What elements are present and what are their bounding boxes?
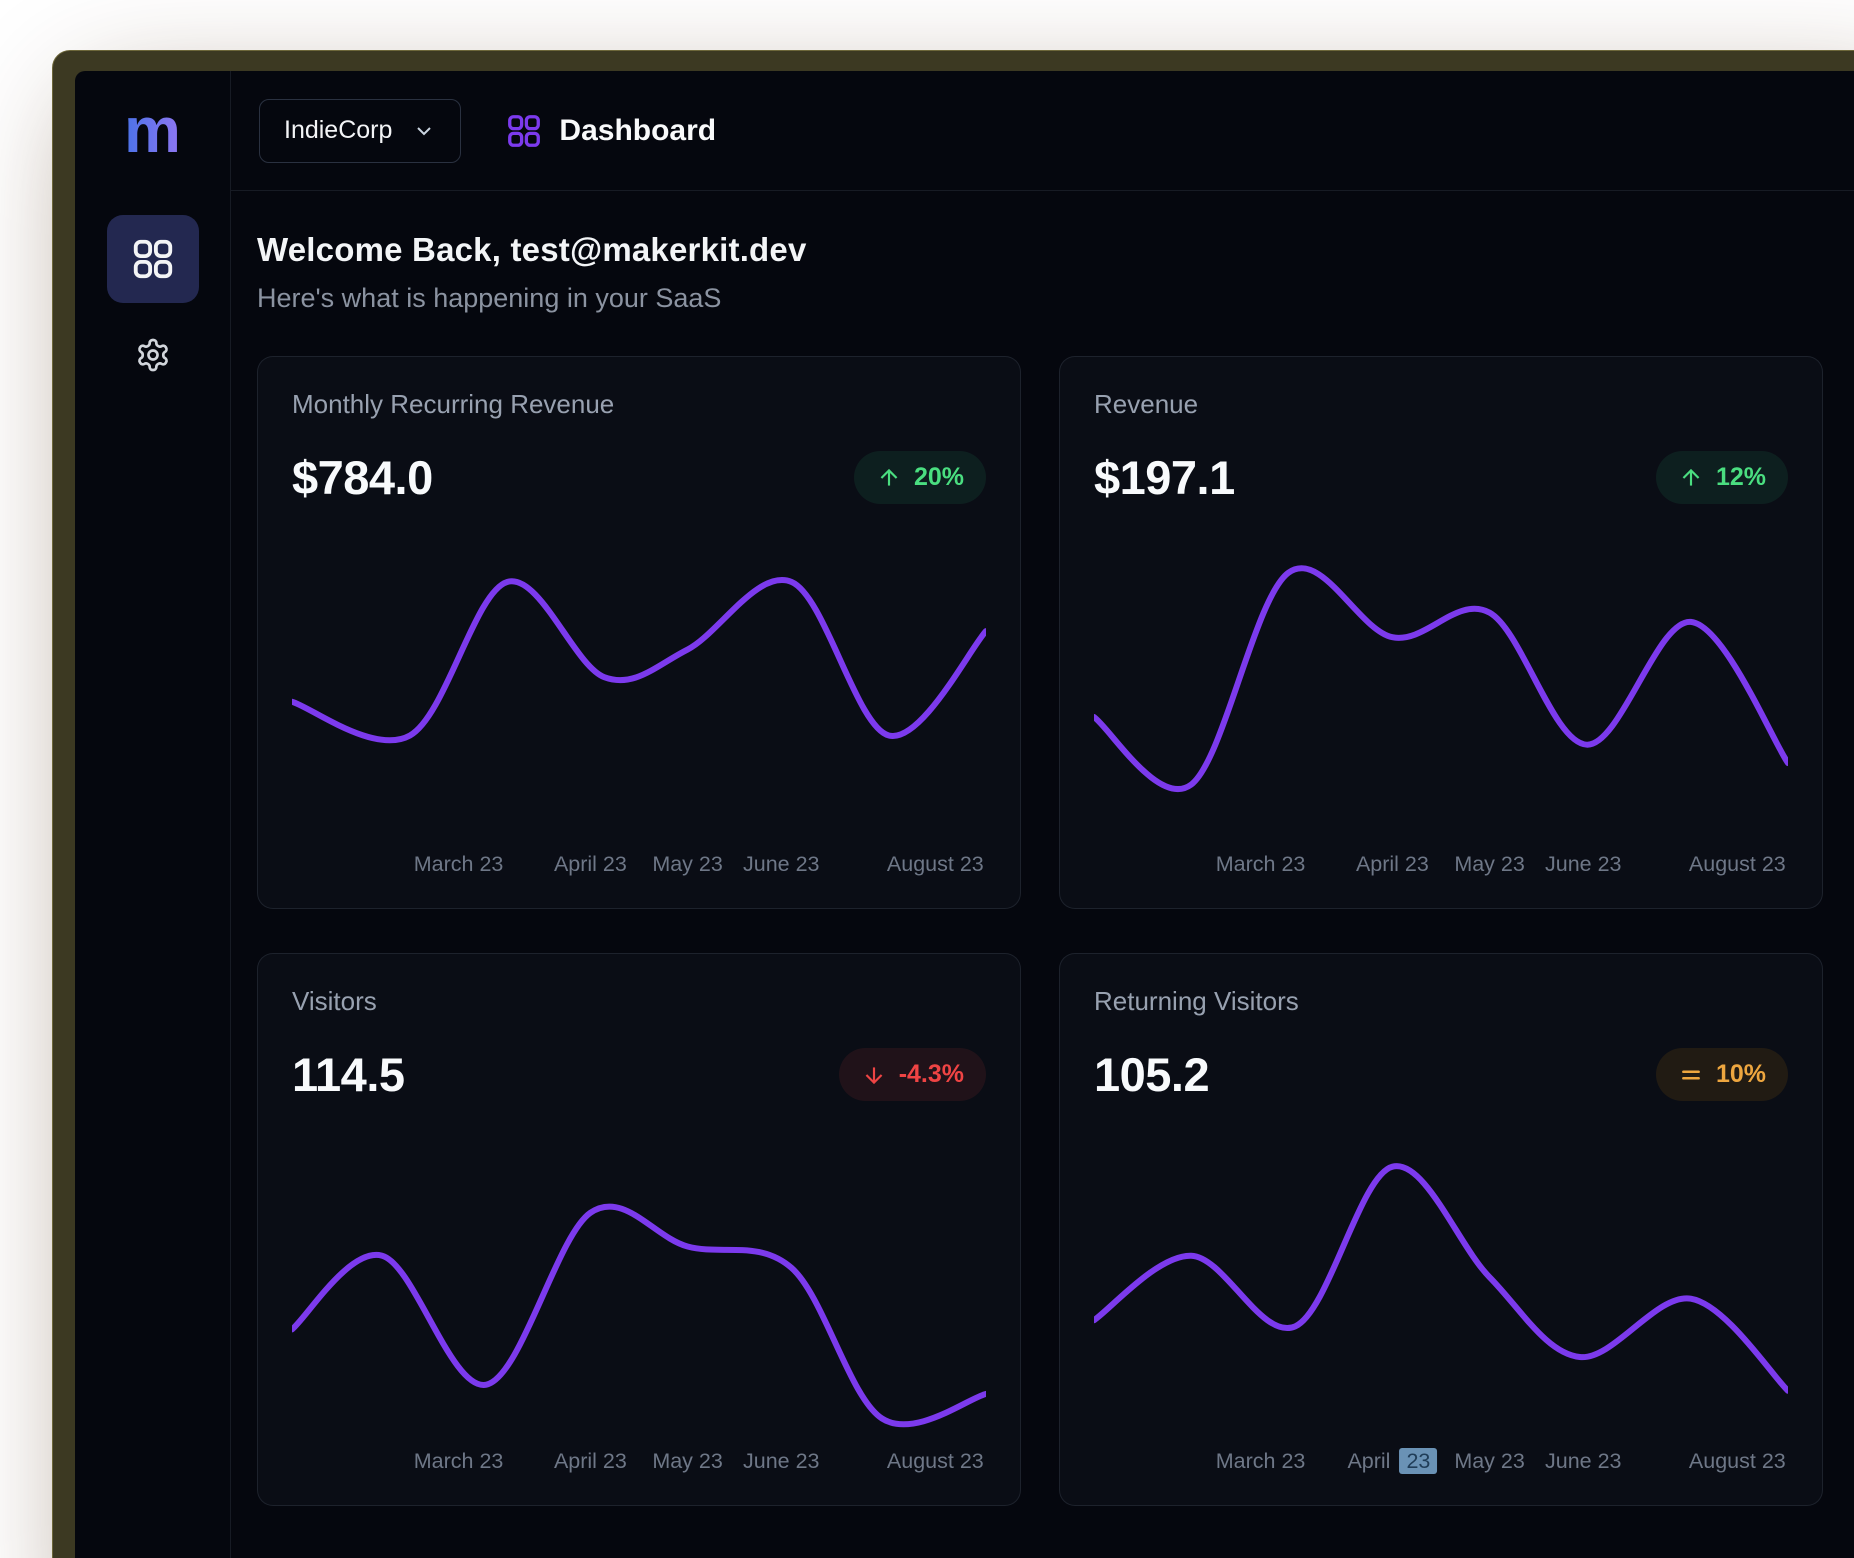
trend-badge: 20% [854, 451, 986, 504]
metrics-grid: Monthly Recurring Revenue $784.0 20% [257, 356, 1823, 1546]
app-content: m [75, 71, 1854, 1558]
x-axis-label: May 23 [1454, 1449, 1525, 1474]
x-axis-label: March 23 [414, 1449, 504, 1474]
main-area: IndieCorp Dashboard Welcome [231, 71, 1854, 1558]
card-title: Returning Visitors [1094, 986, 1788, 1017]
gear-icon [135, 337, 171, 373]
x-axis-label: June 23 [1545, 1449, 1622, 1474]
welcome-heading: Welcome Back, test@makerkit.dev [257, 231, 1823, 269]
chart-line [292, 1207, 986, 1425]
x-axis-labels: March 23 April 23 May 23 June 23 August … [1094, 852, 1788, 882]
metric-card-revenue: Revenue $197.1 12% [1059, 356, 1823, 909]
desktop-background: m [0, 0, 1854, 1558]
x-axis-labels: March 23 April23 May 23 June 23 August 2… [1094, 1449, 1788, 1479]
x-axis-label: May 23 [1454, 852, 1525, 877]
x-axis-label: April23 [1347, 1449, 1437, 1474]
trend-value: -4.3% [899, 1060, 964, 1089]
line-chart [292, 539, 986, 846]
sidebar-item-settings[interactable] [135, 337, 171, 376]
sidebar-item-dashboard[interactable] [107, 215, 199, 303]
page-content: Welcome Back, test@makerkit.dev Here's w… [231, 191, 1854, 1558]
brand-logo: m [124, 95, 181, 165]
x-axis-label-highlight: 23 [1399, 1448, 1437, 1474]
trend-value: 10% [1716, 1060, 1766, 1089]
chart-line [1094, 568, 1788, 789]
workspace-name: IndieCorp [284, 116, 392, 145]
trend-badge: -4.3% [839, 1048, 986, 1101]
x-axis-label: April 23 [554, 1449, 627, 1474]
card-title: Visitors [292, 986, 986, 1017]
metric-card-visitors: Visitors 114.5 -4.3% [257, 953, 1021, 1506]
trend-value: 20% [914, 463, 964, 492]
arrow-up-icon [1678, 465, 1704, 491]
x-axis-labels: March 23 April 23 May 23 June 23 August … [292, 1449, 986, 1479]
metric-value: $784.0 [292, 450, 433, 505]
trend-value: 12% [1716, 463, 1766, 492]
metric-value: $197.1 [1094, 450, 1235, 505]
arrow-down-icon [861, 1062, 887, 1088]
chevron-down-icon [412, 119, 436, 143]
app-window: m [52, 50, 1854, 1558]
x-axis-label: June 23 [743, 1449, 820, 1474]
metric-card-returning-visitors: Returning Visitors 105.2 10% [1059, 953, 1823, 1506]
page-title: Dashboard [505, 112, 716, 150]
line-chart [1094, 539, 1788, 846]
line-chart [292, 1136, 986, 1443]
metric-value: 105.2 [1094, 1047, 1209, 1102]
x-axis-label: April 23 [554, 852, 627, 877]
layout-grid-icon [130, 236, 176, 282]
x-axis-label: May 23 [652, 1449, 723, 1474]
arrow-up-icon [876, 465, 902, 491]
x-axis-label: March 23 [414, 852, 504, 877]
chart-line [1094, 1166, 1788, 1391]
equal-icon [1678, 1062, 1704, 1088]
x-axis-label: March 23 [1216, 1449, 1306, 1474]
x-axis-label: August 23 [887, 852, 984, 877]
x-axis-labels: March 23 April 23 May 23 June 23 August … [292, 852, 986, 882]
x-axis-label: June 23 [743, 852, 820, 877]
workspace-selector-button[interactable]: IndieCorp [259, 99, 461, 163]
trend-badge: 12% [1656, 451, 1788, 504]
x-axis-label: May 23 [652, 852, 723, 877]
chart-line [292, 580, 986, 740]
x-axis-label: August 23 [1689, 1449, 1786, 1474]
dashboard-grid-icon [505, 112, 543, 150]
x-axis-label: August 23 [887, 1449, 984, 1474]
x-axis-label: April 23 [1356, 852, 1429, 877]
metric-card-mrr: Monthly Recurring Revenue $784.0 20% [257, 356, 1021, 909]
trend-badge: 10% [1656, 1048, 1788, 1101]
card-title: Revenue [1094, 389, 1788, 420]
x-axis-label: March 23 [1216, 852, 1306, 877]
x-axis-label: August 23 [1689, 852, 1786, 877]
page-title-label: Dashboard [559, 114, 716, 148]
line-chart [1094, 1136, 1788, 1443]
welcome-subtitle: Here's what is happening in your SaaS [257, 283, 1823, 314]
sidebar: m [75, 71, 231, 1558]
x-axis-label: June 23 [1545, 852, 1622, 877]
metric-value: 114.5 [292, 1047, 405, 1102]
card-title: Monthly Recurring Revenue [292, 389, 986, 420]
topbar: IndieCorp Dashboard [231, 71, 1854, 191]
